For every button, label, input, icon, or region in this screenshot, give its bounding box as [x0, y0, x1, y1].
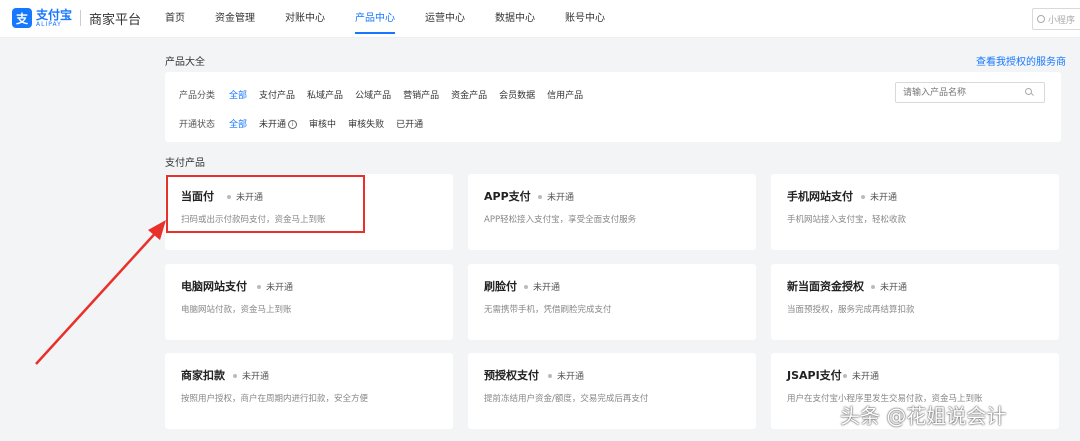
card-title: 电脑网站支付 — [181, 280, 247, 293]
watermark: 头条 @花姐说会计 — [840, 404, 1007, 428]
category-option-marketing[interactable]: 营销产品 — [403, 88, 439, 101]
card-description: 电脑网站付款，资金马上到账 — [181, 305, 292, 315]
section-title-payment: 支付产品 — [165, 158, 205, 169]
status-badge: 未开通 — [257, 280, 293, 293]
status-option-failed[interactable]: 审核失败 — [348, 117, 384, 130]
divider — [80, 10, 82, 26]
category-option-member-data[interactable]: 会员数据 — [499, 88, 535, 101]
product-card-pc-web-pay[interactable]: 电脑网站支付 未开通 电脑网站付款，资金马上到账 — [165, 264, 453, 340]
nav-home[interactable]: 首页 — [150, 0, 200, 38]
nav-reconciliation[interactable]: 对账中心 — [270, 0, 340, 38]
product-card-fund-authorization[interactable]: 新当面资金授权 未开通 当面预授权，服务完成再结算扣款 — [771, 264, 1059, 340]
product-card-merchant-deduction[interactable]: 商家扣款 未开通 按照用户授权，商户在周期内进行扣款，安全方便 — [165, 353, 453, 429]
platform-title: 商家平台 — [89, 12, 142, 28]
category-option-credit[interactable]: 信用产品 — [547, 88, 583, 101]
nav-funds[interactable]: 资金管理 — [200, 0, 270, 38]
main-nav: 首页 资金管理 对账中心 产品中心 运营中心 数据中心 账号中心 — [150, 0, 620, 38]
card-title: 刷脸付 — [484, 280, 517, 293]
status-badge: 未开通 — [843, 369, 879, 382]
search-icon — [1037, 15, 1045, 23]
status-badge: 未开通 — [871, 280, 907, 293]
status-filter-row: 开通状态 全部 未开通 i 审核中 审核失败 已开通 — [179, 117, 435, 130]
card-description: 无需携带手机，凭借刷脸完成支付 — [484, 305, 612, 315]
category-option-private[interactable]: 私域产品 — [307, 88, 343, 101]
search-icon[interactable] — [1025, 88, 1032, 95]
status-option-all[interactable]: 全部 — [229, 117, 247, 130]
product-card-preauth-pay[interactable]: 预授权支付 未开通 提前冻结用户资金/额度，交易完成后再支付 — [468, 353, 756, 429]
category-label: 产品分类 — [179, 91, 216, 101]
category-option-funds[interactable]: 资金产品 — [451, 88, 487, 101]
category-filter-row: 产品分类 全部 支付产品 私域产品 公域产品 营销产品 资金产品 会员数据 信用… — [179, 88, 595, 101]
product-search-input[interactable] — [895, 82, 1045, 103]
status-badge: 未开通 — [538, 190, 574, 203]
status-badge: 未开通 — [524, 280, 560, 293]
status-label: 开通状态 — [179, 120, 216, 130]
brand-name: 支付宝 — [36, 7, 73, 22]
status-dot — [861, 194, 865, 199]
authorized-providers-link[interactable]: 查看我授权的服务商 — [976, 53, 1066, 68]
top-search-placeholder: 小程序 — [1048, 15, 1076, 26]
card-title: 新当面资金授权 — [787, 280, 864, 293]
product-card-app-pay[interactable]: APP支付 未开通 APP轻松接入支付宝，享受全面支付服务 — [468, 174, 756, 250]
card-description: 当面预授权，服务完成再结算扣款 — [787, 305, 915, 315]
status-dot — [843, 373, 847, 378]
highlight-box — [166, 175, 365, 233]
card-description: 手机网站接入支付宝，轻松收款 — [787, 215, 907, 225]
status-option-not-opened[interactable]: 未开通 i — [259, 117, 298, 130]
status-dot — [548, 373, 552, 378]
status-badge: 未开通 — [233, 369, 269, 382]
filter-panel: 产品分类 全部 支付产品 私域产品 公域产品 营销产品 资金产品 会员数据 信用… — [165, 72, 1061, 142]
status-dot — [524, 284, 528, 289]
card-title: JSAPI支付 — [787, 369, 842, 382]
status-dot — [257, 284, 261, 289]
card-title: 手机网站支付 — [787, 190, 853, 203]
info-icon[interactable]: i — [288, 120, 298, 129]
category-option-all[interactable]: 全部 — [229, 88, 247, 101]
status-dot — [871, 284, 875, 289]
nav-data[interactable]: 数据中心 — [480, 0, 550, 38]
status-badge: 未开通 — [548, 369, 584, 382]
product-card-face-pay[interactable]: 刷脸付 未开通 无需携带手机，凭借刷脸完成支付 — [468, 264, 756, 340]
nav-products[interactable]: 产品中心 — [340, 0, 410, 38]
status-dot — [538, 194, 542, 199]
arrow-line — [35, 227, 161, 365]
category-option-payment[interactable]: 支付产品 — [259, 88, 295, 101]
top-search-input[interactable]: 小程序 — [1032, 8, 1080, 30]
nav-operations[interactable]: 运营中心 — [410, 0, 480, 38]
category-option-public[interactable]: 公域产品 — [355, 88, 391, 101]
arrow-head — [148, 220, 166, 240]
status-option-opened[interactable]: 已开通 — [396, 117, 423, 130]
card-description: APP轻松接入支付宝，享受全面支付服务 — [484, 215, 637, 225]
status-dot — [233, 373, 237, 378]
page-title: 产品大全 — [165, 57, 205, 68]
card-description: 按照用户授权，商户在周期内进行扣款，安全方便 — [181, 394, 369, 404]
brand-name-en: ALIPAY — [36, 20, 62, 28]
alipay-logo[interactable]: 支 支付宝 ALIPAY 商家平台 — [12, 8, 141, 28]
status-badge: 未开通 — [861, 190, 897, 203]
card-description: 提前冻结用户资金/额度，交易完成后再支付 — [484, 394, 649, 404]
nav-account[interactable]: 账号中心 — [550, 0, 620, 38]
top-bar: 支 支付宝 ALIPAY 商家平台 首页 资金管理 对账中心 产品中心 运营中心… — [0, 0, 1080, 38]
card-title: APP支付 — [484, 190, 531, 203]
card-title: 预授权支付 — [484, 369, 539, 382]
card-title: 商家扣款 — [181, 369, 225, 382]
status-option-reviewing[interactable]: 审核中 — [309, 117, 336, 130]
product-card-mobile-web-pay[interactable]: 手机网站支付 未开通 手机网站接入支付宝，轻松收款 — [771, 174, 1059, 250]
alipay-logo-icon: 支 — [12, 8, 32, 28]
